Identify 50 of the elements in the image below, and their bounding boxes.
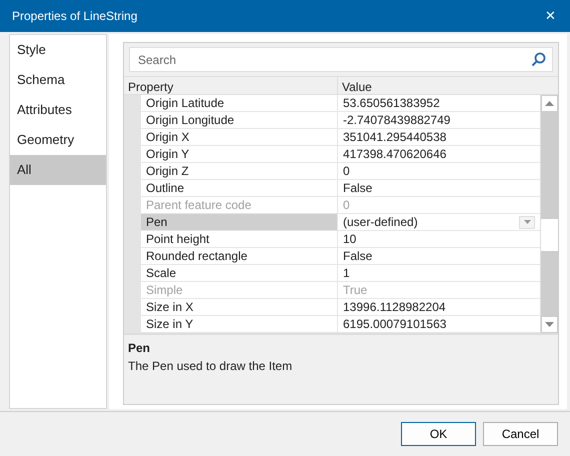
sidebar-item[interactable]: All (10, 155, 106, 185)
sidebar-item[interactable]: Schema (10, 65, 106, 95)
dropdown-button[interactable] (519, 216, 535, 228)
description-text: The Pen used to draw the Item (128, 358, 294, 375)
property-name[interactable]: Size in Y (141, 316, 338, 332)
property-value[interactable]: 53.650561383952 (338, 95, 540, 111)
scrollbar-thumb[interactable] (541, 219, 558, 251)
window-title: Properties of LineString (12, 8, 138, 25)
property-value: True (342, 282, 368, 298)
property-name[interactable]: Outline (141, 180, 338, 196)
property-name[interactable]: Rounded rectangle (141, 248, 338, 264)
search-icon[interactable] (531, 52, 546, 67)
property-name[interactable]: Origin Y (141, 146, 338, 162)
property-name[interactable]: Pen (141, 214, 338, 230)
property-value[interactable]: 351041.295440538 (338, 129, 540, 145)
column-header: Property (124, 77, 338, 94)
scroll-down-button[interactable] (541, 316, 558, 333)
property-name[interactable]: Origin Longitude (141, 112, 338, 128)
property-value[interactable]: 0 (338, 163, 540, 179)
description-title: Pen (128, 340, 152, 357)
property-value[interactable]: (user-defined) (343, 214, 418, 230)
ok-button[interactable]: OK (401, 422, 476, 446)
down-arrow-icon (545, 322, 554, 327)
property-name[interactable]: Origin X (141, 129, 338, 145)
search-field[interactable]: Search (129, 47, 553, 72)
property-value[interactable]: 1 (338, 265, 540, 281)
sidebar-item[interactable]: Attributes (10, 95, 106, 125)
scrollbar[interactable] (540, 95, 558, 333)
property-value[interactable]: False (338, 248, 540, 264)
scroll-up-button[interactable] (541, 95, 558, 112)
up-arrow-icon (545, 101, 554, 106)
column-header: Value (341, 79, 373, 94)
property-value[interactable]: 417398.470620646 (338, 146, 540, 162)
property-name[interactable]: Origin Latitude (141, 95, 338, 111)
property-name[interactable]: Scale (141, 265, 338, 281)
close-button[interactable]: ✕ (541, 6, 560, 26)
property-name[interactable]: Origin Z (141, 163, 338, 179)
property-value: 0 (342, 197, 351, 213)
property-value[interactable]: 10 (338, 231, 540, 247)
search-input[interactable]: Search (136, 50, 531, 70)
sidebar-item[interactable]: Geometry (10, 125, 106, 155)
property-value[interactable]: 13996.1128982204 (338, 299, 540, 315)
cancel-button[interactable]: Cancel (483, 422, 558, 446)
property-value[interactable]: -2.74078439882749 (338, 112, 540, 128)
caret-icon (524, 220, 530, 224)
property-value[interactable]: False (338, 180, 540, 196)
property-name[interactable]: Point height (141, 231, 338, 247)
sidebar-item[interactable]: Style (10, 35, 106, 65)
property-value[interactable]: 6195.00079101563 (338, 316, 540, 332)
property-name[interactable]: Size in X (141, 299, 338, 315)
